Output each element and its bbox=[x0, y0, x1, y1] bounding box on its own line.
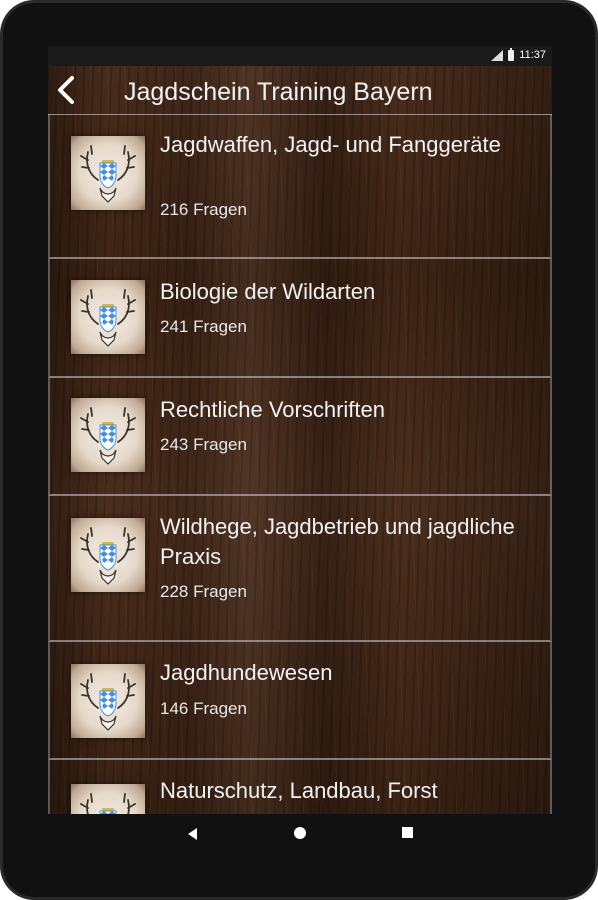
page-title: Jagdschein Training Bayern bbox=[124, 78, 433, 106]
app-bar: Jagdschein Training Bayern bbox=[48, 66, 552, 115]
topic-title: Rechtliche Vorschriften bbox=[160, 397, 385, 422]
square-recent-icon[interactable] bbox=[398, 824, 418, 844]
topic-item-nature[interactable]: Naturschutz, Landbau, Forst bbox=[48, 760, 552, 814]
topic-title: Jagdwaffen, Jagd- und Fanggeräte bbox=[160, 132, 501, 157]
deer-antler-crest-icon bbox=[71, 518, 145, 592]
status-bar: 11:37 bbox=[48, 46, 552, 66]
topic-title: Biologie der Wildarten bbox=[160, 279, 376, 304]
deer-antler-crest-icon bbox=[71, 784, 145, 814]
topic-item-law[interactable]: Rechtliche Vorschriften 243 Fragen bbox=[48, 378, 552, 496]
topic-item-wildlife-practice[interactable]: Wildhege, Jagdbetrieb und jagdliche Prax… bbox=[48, 496, 552, 642]
topic-list: Jagdwaffen, Jagd- und Fanggeräte 216 Fra… bbox=[48, 114, 552, 814]
topic-title: Wildhege, Jagdbetrieb und jagdliche Prax… bbox=[160, 514, 515, 569]
topic-title: Naturschutz, Landbau, Forst bbox=[160, 778, 438, 803]
system-nav-bar bbox=[48, 814, 552, 854]
triangle-back-icon[interactable] bbox=[184, 824, 204, 844]
topic-title: Jagdhundewesen bbox=[160, 660, 333, 685]
signal-icon bbox=[491, 49, 504, 61]
topic-count: 216 Fragen bbox=[160, 200, 247, 219]
topic-item-biology[interactable]: Biologie der Wildarten 241 Fragen bbox=[48, 259, 552, 378]
deer-antler-crest-icon bbox=[71, 136, 145, 210]
topic-item-weapons[interactable]: Jagdwaffen, Jagd- und Fanggeräte 216 Fra… bbox=[48, 114, 552, 259]
chevron-left-icon bbox=[58, 76, 74, 104]
battery-icon bbox=[508, 47, 515, 61]
circle-home-icon[interactable] bbox=[290, 824, 310, 844]
deer-antler-crest-icon bbox=[71, 280, 145, 354]
screen: 11:37 Jagdschein Training Bayern Jagdwaf… bbox=[48, 46, 552, 814]
deer-antler-crest-icon bbox=[71, 664, 145, 738]
topic-count: 243 Fragen bbox=[160, 435, 247, 454]
topic-count: 228 Fragen bbox=[160, 582, 247, 601]
topic-count: 146 Fragen bbox=[160, 699, 247, 718]
status-time: 11:37 bbox=[519, 49, 546, 61]
back-button[interactable] bbox=[52, 72, 84, 108]
topic-count: 241 Fragen bbox=[160, 317, 247, 336]
deer-antler-crest-icon bbox=[71, 398, 145, 472]
topic-item-dogs[interactable]: Jagdhundewesen 146 Fragen bbox=[48, 642, 552, 760]
